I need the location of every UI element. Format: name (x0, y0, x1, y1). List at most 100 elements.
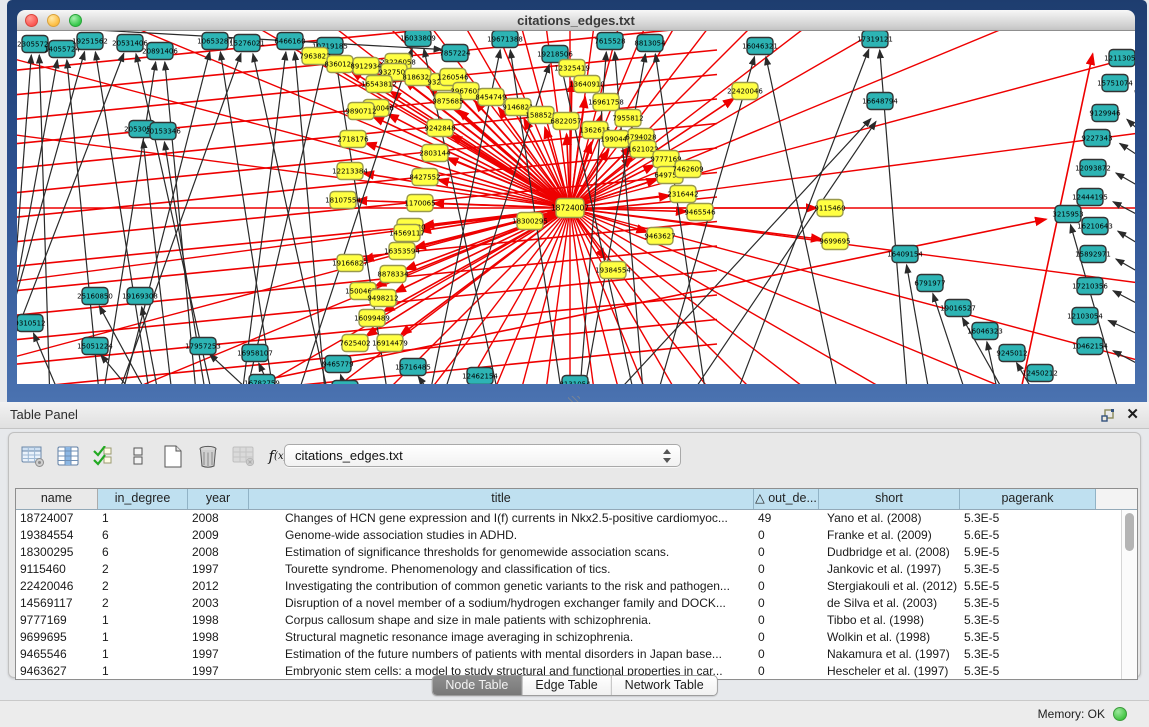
network-edge (17, 55, 31, 384)
table-cell-name: 9699695 (16, 629, 98, 646)
table-row[interactable]: 946554611997Estimation of the future num… (16, 646, 1121, 663)
network-node-label: 3215953 (1052, 211, 1083, 219)
network-node-label: 15276021 (229, 40, 265, 48)
column-header-out-degree-sorted[interactable]: △ out_de... (754, 489, 819, 509)
network-node-label: 7963822 (299, 53, 330, 61)
tab-node-table[interactable]: Node Table (432, 676, 522, 695)
select-columns-icon[interactable] (89, 442, 117, 470)
show-columns-icon[interactable] (54, 442, 82, 470)
tab-edge-table[interactable]: Edge Table (522, 676, 611, 695)
column-header-filler (1096, 489, 1137, 509)
network-node-label: 22420046 (727, 88, 763, 96)
table-cell-pagerank: 5.3E-5 (960, 646, 1096, 663)
table-cell-in_degree: 1 (98, 646, 188, 663)
network-node-label: 2803144 (419, 150, 451, 158)
table-scrollbar[interactable] (1121, 510, 1137, 679)
network-node-label: 15716485 (395, 364, 431, 372)
table-cell-name: 18724007 (16, 510, 98, 527)
network-node-label: 17210356 (1072, 283, 1108, 291)
table-scrollbar-thumb[interactable] (1125, 513, 1134, 551)
network-edge (600, 119, 871, 384)
new-table-icon[interactable] (159, 442, 187, 470)
table-cell-out_degree: 0 (754, 595, 819, 612)
network-node-label: 9465779 (322, 361, 353, 369)
network-node-label: 14569117 (389, 230, 425, 238)
table-cell-out_degree: 0 (754, 612, 819, 629)
column-header-year[interactable]: year (188, 489, 249, 509)
table-row[interactable]: 2242004622012Investigating the contribut… (16, 578, 1121, 595)
network-node-label: 12213384 (332, 168, 368, 176)
table-cell-year: 2008 (188, 544, 249, 561)
close-panel-icon[interactable]: ✕ (1126, 405, 1139, 423)
float-panel-icon[interactable] (1101, 409, 1115, 422)
table-row[interactable]: 1830029562008Estimation of significance … (16, 544, 1121, 561)
table-cell-in_degree: 6 (98, 527, 188, 544)
table-row[interactable]: 977716911998Corpus callosum shape and si… (16, 612, 1121, 629)
table-cell-pagerank: 5.9E-5 (960, 544, 1096, 561)
table-panel-body: f(x) citations_edges.txt name in_degree … (8, 432, 1141, 678)
network-node-label: 7857224 (439, 50, 471, 58)
table-row[interactable]: 911546021997Tourette syndrome. Phenomeno… (16, 561, 1121, 578)
network-node-label: 15051224 (77, 343, 113, 351)
network-node-label: 17957253 (185, 343, 221, 351)
table-cell-short: Nakamura et al. (1997) (819, 646, 960, 663)
network-node-label: 16353594 (384, 248, 420, 256)
network-node-label: 9699695 (819, 238, 850, 246)
network-node-label: 8878334 (377, 271, 409, 279)
table-select-value: citations_edges.txt (295, 448, 403, 463)
network-node-label: 12113054 (1104, 55, 1135, 63)
table-cell-out_degree: 0 (754, 544, 819, 561)
network-window-title: citations_edges.txt (17, 10, 1135, 31)
network-node-label: 16543812 (361, 81, 397, 89)
table-row[interactable]: 1872400712008Changes of HCN gene express… (16, 510, 1121, 527)
table-settings-icon[interactable] (19, 442, 47, 470)
network-node-label: 6822057 (550, 118, 581, 126)
table-cell-in_degree: 2 (98, 578, 188, 595)
network-node-label: 9310512 (17, 320, 46, 328)
network-window-titlebar[interactable]: citations_edges.txt (17, 10, 1135, 31)
network-node-label: 9498212 (367, 295, 398, 303)
table-cell-in_degree: 6 (98, 544, 188, 561)
network-node-label: 16958107 (237, 350, 273, 358)
network-node-label: 16099489 (354, 315, 390, 323)
network-edge (1113, 291, 1135, 306)
network-node-label: 9115460 (814, 205, 845, 213)
network-node-label: 8912934 (350, 63, 382, 71)
network-node-label: 16961758 (588, 99, 624, 107)
tab-network-table[interactable]: Network Table (612, 676, 717, 695)
table-cell-out_degree: 0 (754, 578, 819, 595)
network-edge (95, 52, 151, 384)
network-node[interactable] (332, 381, 358, 385)
column-header-in-degree[interactable]: in_degree (98, 489, 188, 509)
network-node-label: 8131054 (559, 381, 591, 385)
table-cell-in_degree: 2 (98, 561, 188, 578)
network-edge (570, 31, 1135, 208)
status-bar: Memory: OK (0, 700, 1149, 727)
network-edge (1118, 231, 1135, 246)
table-row[interactable]: 1456911722003Disruption of a novel membe… (16, 595, 1121, 612)
table-cell-short: Dudbridge et al. (2008) (819, 544, 960, 561)
network-node-label: 7625402 (339, 340, 370, 348)
delete-table-icon[interactable] (194, 442, 222, 470)
table-cell-in_degree: 1 (98, 510, 188, 527)
network-node-label: 7462609 (672, 166, 703, 174)
network-edge (365, 143, 570, 208)
table-cell-title: Estimation of significance thresholds fo… (249, 544, 754, 561)
citation-network-canvas[interactable]: 2305572414055724192515622053140620891406… (17, 31, 1135, 384)
table-cell-year: 1998 (188, 629, 249, 646)
table-select-dropdown[interactable]: citations_edges.txt (284, 444, 681, 467)
column-header-pagerank[interactable]: pagerank (960, 489, 1096, 509)
network-node-label: 19166827 (332, 260, 368, 268)
table-row[interactable]: 969969511998Structural magnetic resonanc… (16, 629, 1121, 646)
column-header-title[interactable]: title (249, 489, 754, 509)
column-header-name[interactable]: name (16, 489, 98, 509)
network-canvas-holder: 2305572414055724192515622053140620891406… (17, 31, 1135, 384)
table-row[interactable]: 1938455462009Genome-wide association stu… (16, 527, 1121, 544)
column-header-short[interactable]: short (819, 489, 960, 509)
row-height-icon[interactable] (124, 442, 152, 470)
table-cell-out_degree: 0 (754, 561, 819, 578)
memory-status-icon[interactable] (1113, 707, 1127, 721)
table-cell-in_degree: 1 (98, 663, 188, 679)
network-node-label: 1260546 (437, 74, 469, 82)
table-cell-out_degree: 0 (754, 629, 819, 646)
